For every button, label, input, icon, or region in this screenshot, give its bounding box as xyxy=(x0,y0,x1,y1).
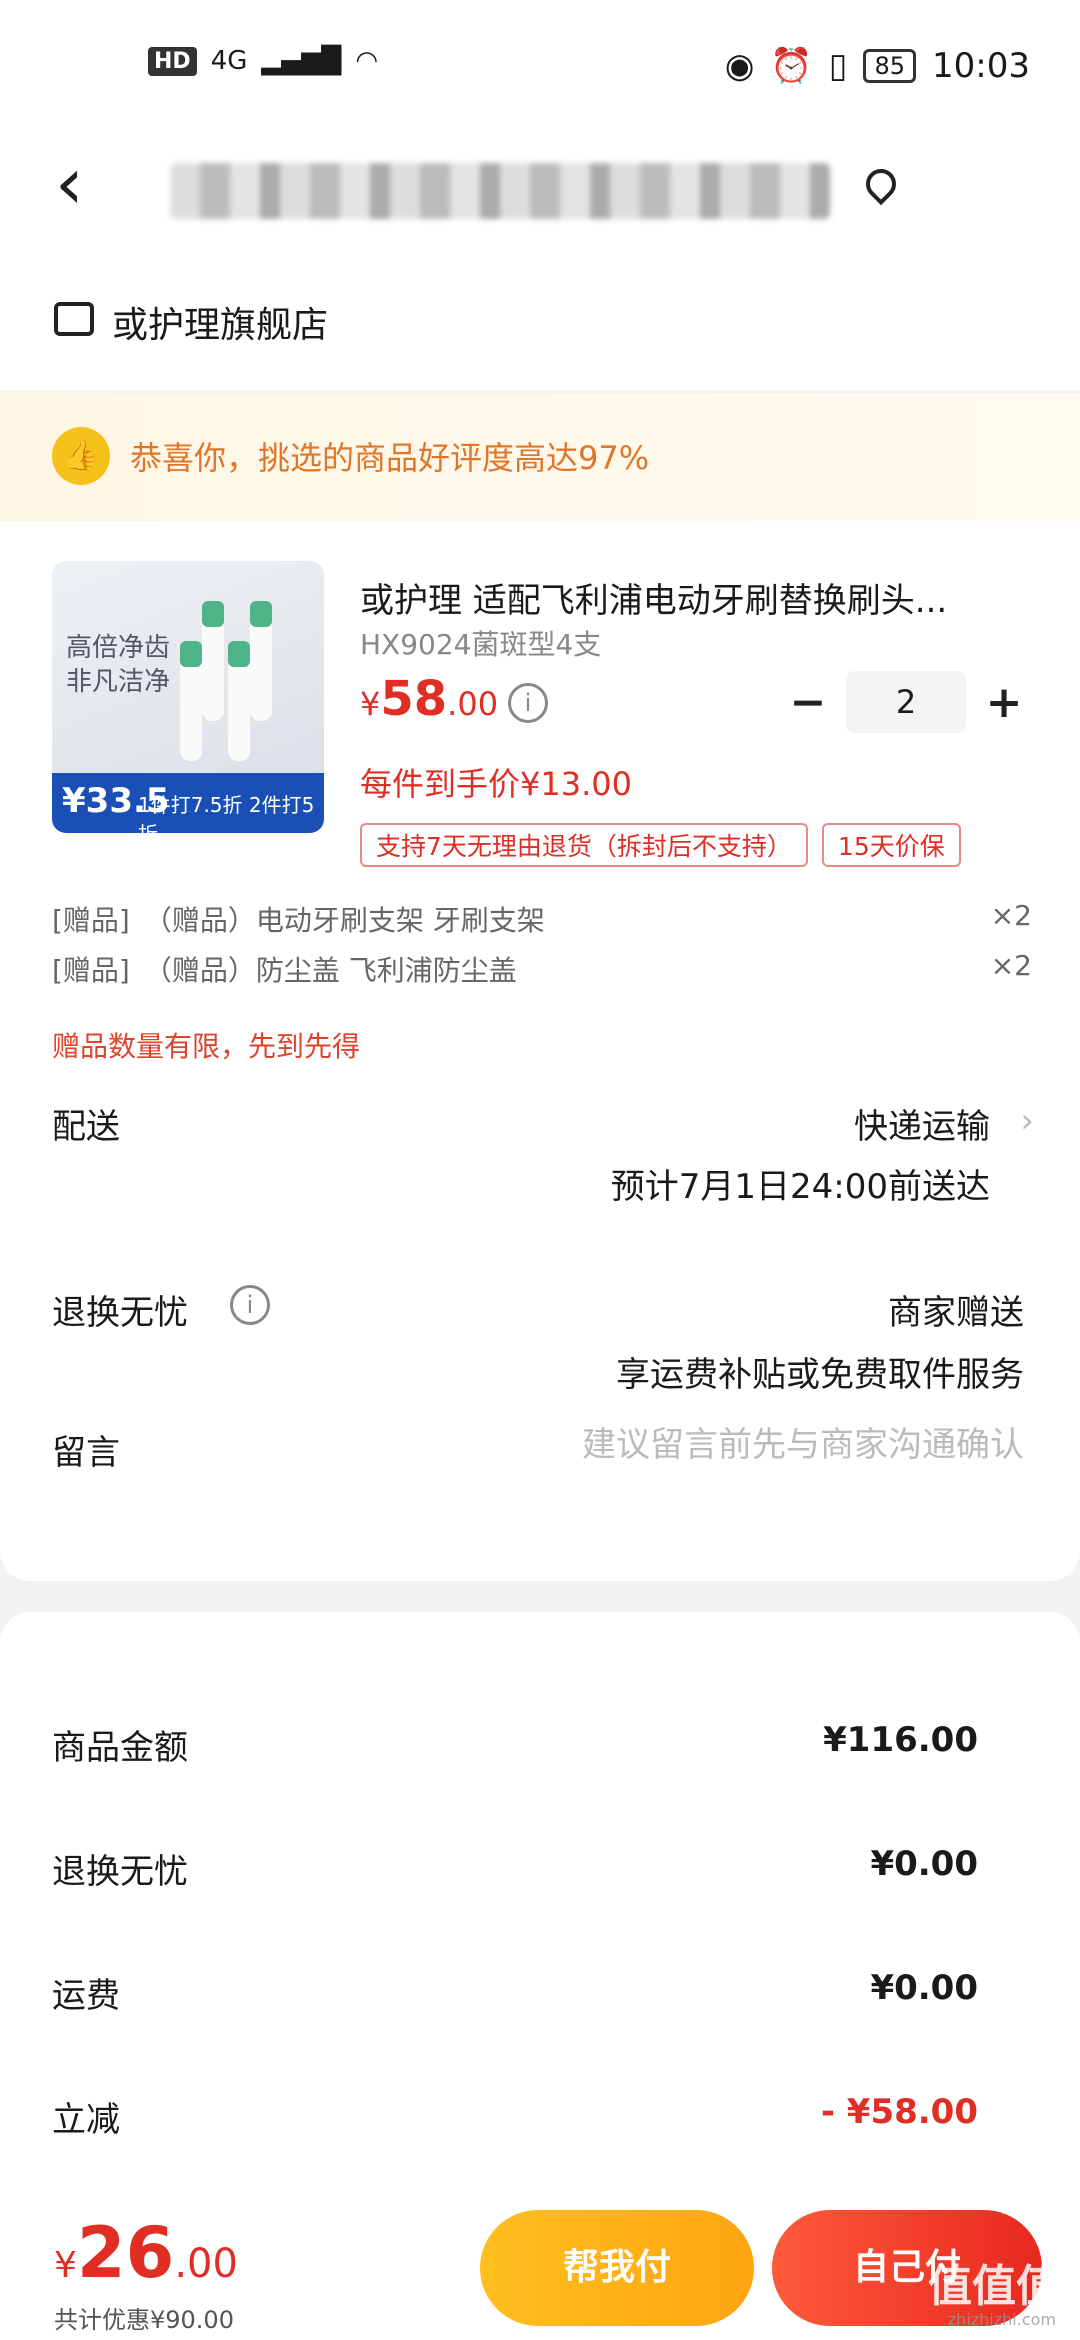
image-slogan-line1: 高倍净齿 xyxy=(66,633,171,663)
summary-label: 立减 xyxy=(52,2100,120,2140)
chevron-right-icon[interactable]: › xyxy=(1020,1101,1034,1141)
summary-value: ¥0.00 xyxy=(870,1968,978,2008)
price-currency: ¥ xyxy=(360,685,381,723)
shipping-method[interactable]: 快递运输 xyxy=(854,1099,990,1148)
gift-limit-note: 赠品数量有限，先到先得 xyxy=(52,1030,361,1063)
battery-indicator: 85 xyxy=(863,49,917,83)
unit-price: 每件到手价¥13.00 xyxy=(360,765,632,803)
quantity-value[interactable]: 2 xyxy=(846,671,966,733)
vibrate-icon: ▯ xyxy=(828,46,848,86)
return-policy-tag: 支持7天无理由退货（拆封后不支持） xyxy=(360,823,808,867)
summary-row-return: 退换无忧 ¥0.00 xyxy=(52,1844,978,1893)
order-card: 高倍净齿 非凡洁净 ¥33.5 1件打7.5折 2件打5折 或护理 适配飞利浦电… xyxy=(0,521,1080,1581)
service-tags: 支持7天无理由退货（拆封后不支持） 15天价保 xyxy=(360,823,961,867)
return-desc: 享运费补贴或免费取件服务 xyxy=(616,1355,1024,1395)
shipping-eta: 预计7月1日24:00前送达 xyxy=(610,1167,990,1207)
price-info-icon[interactable]: i xyxy=(508,683,548,723)
hd-icon: HD xyxy=(148,46,197,76)
gift-row-2: [赠品] （赠品）防尘盖 飞利浦防尘盖 ×2 xyxy=(52,949,1032,989)
increase-button[interactable]: + xyxy=(976,677,1032,728)
alarm-icon: ⏰ xyxy=(770,46,813,86)
price-decimal: .00 xyxy=(447,685,499,723)
location-icon[interactable] xyxy=(859,162,903,206)
product-title[interactable]: 或护理 适配飞利浦电动牙刷替换刷头... xyxy=(360,573,1040,622)
back-icon[interactable]: ‹ xyxy=(55,147,84,219)
summary-label: 退换无忧 xyxy=(52,1852,188,1892)
thumbs-up-icon: 👍 xyxy=(52,427,110,485)
status-bar: HD 4G ▂▄▆█ ◠ ◉ ⏰ ▯ 85 10:03 xyxy=(0,0,1080,135)
price-integer: 58 xyxy=(380,671,448,727)
signal-icon: ▂▄▆█ xyxy=(261,46,342,76)
total-decimal: .00 xyxy=(174,2241,238,2287)
quantity-stepper: − 2 + xyxy=(780,671,1032,733)
price-protect-tag: 15天价保 xyxy=(821,823,961,867)
help-pay-button[interactable]: 帮我付 xyxy=(480,2210,754,2326)
address-blurred[interactable] xyxy=(170,163,830,219)
brush-head-icon xyxy=(180,641,202,761)
decrease-button[interactable]: − xyxy=(780,677,836,728)
store-icon xyxy=(54,302,94,336)
summary-row-shipping: 运费 ¥0.00 xyxy=(52,1968,978,2017)
image-price-chip: ¥33.5 1件打7.5折 2件打5折 xyxy=(52,773,324,833)
watermark-logo: 值值值 xyxy=(928,2261,1060,2312)
price-summary: 商品金额 ¥116.00 退换无忧 ¥0.00 运费 ¥0.00 立减 - ¥5… xyxy=(0,1612,1080,2252)
message-input[interactable] xyxy=(464,1425,1024,1465)
shipping-label: 配送 xyxy=(52,1107,120,1147)
summary-value: - ¥58.00 xyxy=(820,2092,978,2132)
top-nav: ‹ xyxy=(0,135,1080,240)
gift-qty: ×2 xyxy=(990,949,1032,982)
message-label: 留言 xyxy=(52,1433,120,1473)
eye-icon: ◉ xyxy=(724,46,755,86)
total-currency: ¥ xyxy=(54,2245,77,2286)
checkout-bar: ¥26.00 共计优惠¥90.00 帮我付 自己付 xyxy=(0,2190,1080,2340)
total-price: ¥26.00 xyxy=(54,2212,238,2294)
brush-head-icon xyxy=(202,601,224,721)
summary-value: ¥116.00 xyxy=(823,1720,978,1760)
store-bar[interactable]: 或护理旗舰店 xyxy=(0,240,1080,390)
brush-head-icon xyxy=(228,641,250,761)
return-gift-text: 商家赠送 xyxy=(888,1293,1024,1333)
rating-banner: 👍 恭喜你，挑选的商品好评度高达97% xyxy=(0,393,1080,521)
gift-row-1: [赠品] （赠品）电动牙刷支架 牙刷支架 ×2 xyxy=(52,899,1032,939)
brush-head-icon xyxy=(250,601,272,721)
image-chip-deal: 1件打7.5折 2件打5折 xyxy=(138,793,315,833)
product-image[interactable]: 高倍净齿 非凡洁净 ¥33.5 1件打7.5折 2件打5折 xyxy=(52,561,324,833)
watermark-url: zhizhizhi.com xyxy=(947,2310,1056,2329)
product-spec[interactable]: HX9024菌斑型4支 xyxy=(360,623,601,663)
summary-label: 商品金额 xyxy=(52,1728,188,1768)
gift-label: [赠品] （赠品）防尘盖 飞利浦防尘盖 xyxy=(52,954,517,987)
wifi-icon: ◠ xyxy=(355,46,379,76)
gift-label: [赠品] （赠品）电动牙刷支架 牙刷支架 xyxy=(52,904,545,937)
total-saved: 共计优惠¥90.00 xyxy=(54,2306,234,2334)
clock: 10:03 xyxy=(932,46,1030,86)
summary-value: ¥0.00 xyxy=(870,1844,978,1884)
summary-row-discount: 立减 - ¥58.00 xyxy=(52,2092,978,2141)
return-info-icon[interactable]: i xyxy=(230,1285,270,1325)
image-slogan-line2: 非凡洁净 xyxy=(66,667,171,697)
network-label: 4G xyxy=(210,46,248,76)
total-integer: 26 xyxy=(76,2212,175,2294)
store-name[interactable]: 或护理旗舰店 xyxy=(112,296,328,348)
summary-label: 运费 xyxy=(52,1976,120,2016)
product-price: ¥58.00 xyxy=(360,671,498,727)
return-label: 退换无忧 xyxy=(52,1293,188,1333)
gift-qty: ×2 xyxy=(990,899,1032,932)
rating-text: 恭喜你，挑选的商品好评度高达97% xyxy=(130,439,650,477)
image-slogan: 高倍净齿 非凡洁净 xyxy=(66,631,170,699)
summary-row-goods: 商品金额 ¥116.00 xyxy=(52,1720,978,1769)
